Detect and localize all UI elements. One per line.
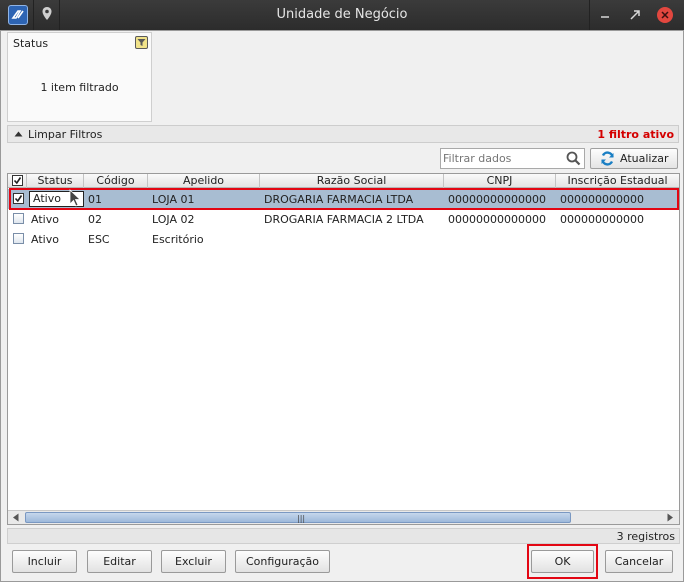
- scroll-left-icon[interactable]: [12, 513, 20, 522]
- status-filter-card[interactable]: Status 1 item filtrado: [7, 32, 152, 122]
- refresh-button[interactable]: Atualizar: [590, 148, 678, 169]
- grip-icon: |||: [297, 514, 306, 523]
- dialog-body: Status 1 item filtrado Limpar Filtros 1 …: [0, 30, 684, 582]
- cell-codigo: ESC: [88, 233, 110, 246]
- column-header-cnpj[interactable]: CNPJ: [444, 174, 556, 188]
- row-checkbox[interactable]: [13, 213, 24, 224]
- filter-card-title: Status: [13, 37, 49, 50]
- refresh-label: Atualizar: [620, 152, 669, 165]
- column-header-apelido[interactable]: Apelido: [148, 174, 260, 188]
- search-input[interactable]: [443, 150, 563, 167]
- table-header: Status Código Apelido Razão Social CNPJ …: [8, 174, 679, 188]
- row-checkbox[interactable]: [13, 233, 24, 244]
- excluir-button[interactable]: Excluir: [161, 550, 226, 573]
- chevron-up-icon[interactable]: [14, 131, 23, 137]
- cell-cnpj: 00000000000000: [448, 213, 546, 226]
- selected-row-highlight: [9, 188, 679, 210]
- configuracao-button[interactable]: Configuração: [235, 550, 330, 573]
- cancelar-button[interactable]: Cancelar: [605, 550, 673, 573]
- records-count: 3 registros: [616, 530, 675, 543]
- search-box[interactable]: [440, 148, 585, 169]
- refresh-icon: [601, 151, 614, 166]
- cell-inscricao-estadual: 000000000000: [560, 213, 644, 226]
- search-icon[interactable]: [566, 151, 581, 166]
- column-header-codigo[interactable]: Código: [84, 174, 148, 188]
- active-filter-count: 1 filtro ativo: [597, 128, 674, 141]
- column-header-razao-social[interactable]: Razão Social: [260, 174, 444, 188]
- filter-card-summary: 1 item filtrado: [40, 81, 119, 94]
- cell-codigo: 02: [88, 213, 102, 226]
- maximize-icon[interactable]: [627, 7, 643, 23]
- table-row[interactable]: Ativo 02 LOJA 02 DROGARIA FARMACIA 2 LTD…: [8, 209, 679, 229]
- horizontal-scrollbar[interactable]: |||: [8, 510, 679, 524]
- scroll-right-icon[interactable]: [666, 513, 674, 522]
- minimize-icon[interactable]: [597, 7, 613, 23]
- business-units-table[interactable]: Status Código Apelido Razão Social CNPJ …: [7, 173, 680, 525]
- cell-razao-social: DROGARIA FARMACIA 2 LTDA: [264, 213, 424, 226]
- records-bar: 3 registros: [7, 528, 680, 544]
- select-all-checkbox[interactable]: [12, 175, 23, 186]
- mouse-cursor-icon: [69, 189, 81, 207]
- close-icon: [661, 11, 669, 19]
- select-all-header[interactable]: [8, 174, 27, 188]
- column-header-inscricao-estadual[interactable]: Inscrição Estadual: [556, 174, 679, 188]
- cell-status: Ativo: [31, 233, 59, 246]
- close-window-button[interactable]: [657, 7, 673, 23]
- cell-apelido: Escritório: [152, 233, 204, 246]
- scrollbar-thumb[interactable]: |||: [25, 512, 571, 523]
- ok-button-highlight: [527, 544, 598, 579]
- column-header-status[interactable]: Status: [27, 174, 84, 188]
- editar-button[interactable]: Editar: [87, 550, 152, 573]
- table-row[interactable]: Ativo ESC Escritório: [8, 229, 679, 249]
- window-title: Unidade de Negócio: [276, 7, 408, 22]
- title-bar: Unidade de Negócio: [0, 0, 684, 30]
- clear-filters-label[interactable]: Limpar Filtros: [28, 128, 102, 141]
- funnel-icon[interactable]: [135, 36, 148, 49]
- cell-apelido: LOJA 02: [152, 213, 195, 226]
- incluir-button[interactable]: Incluir: [12, 550, 77, 573]
- cell-status: Ativo: [31, 213, 59, 226]
- clear-filters-bar[interactable]: Limpar Filtros 1 filtro ativo: [7, 125, 679, 143]
